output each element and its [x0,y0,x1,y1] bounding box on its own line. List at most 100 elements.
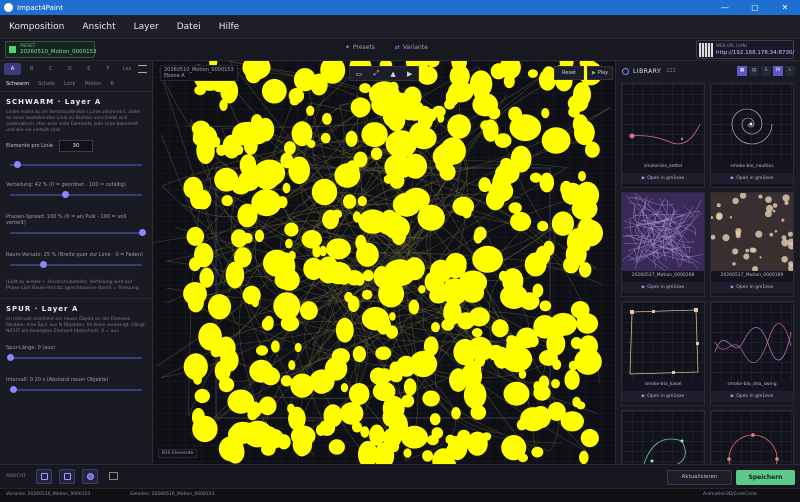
web-url-chip[interactable]: WEB-URL (LAN) http://192.168.178.34:8730… [696,40,794,59]
card-thumbnail [711,302,793,380]
toolbar: PRESET 20260510_Motion_0000153 ✦ Presets … [0,39,800,61]
menu-layer[interactable]: Layer [125,22,168,32]
card-thumbnail [711,193,793,271]
schwarm-note: (Lädt zu wieder • ·Hochschubsteller: Ver… [6,280,139,291]
open-button[interactable]: ▶ Open in gm1exe [622,282,704,293]
open-button[interactable]: ▶ Open in gm1exe [711,391,793,402]
status-geladen: Geladen: 20260516_Motion_0000153 [130,492,215,497]
open-button[interactable]: ▶ Open in gm1exe [711,173,793,184]
play-small-icon: ▶ [730,394,735,399]
library-card[interactable] [621,410,705,464]
preset-chip[interactable]: PRESET 20260510_Motion_0000153 [5,41,97,58]
url-label: WEB-URL (LAN) [716,43,748,48]
intervall-slider[interactable] [9,383,142,397]
play-small-icon: ▶ [641,394,646,399]
list-view-button[interactable]: ▤ [749,66,759,76]
open-button[interactable]: ▶ Open in gm1exe [711,282,793,293]
phasen-slider[interactable] [10,226,146,240]
monitor-icon[interactable]: ▭ [356,70,363,78]
preset-label: PRESET [20,43,36,48]
menu-hilfe[interactable]: Hilfe [210,22,248,32]
library-card[interactable]: smoke-bio_kettel ▶ Open in gm1exe [621,83,705,188]
spur-description: Im Intervall erscheint ein neues Objekt … [6,317,145,334]
subtab-b[interactable]: B [110,81,113,87]
open-button[interactable]: ▶ Open in gm1exe [622,391,704,402]
play-small-icon: ▶ [641,176,646,181]
refresh-button[interactable]: Aktualisieren [667,470,732,485]
raum-label: Raum-Versatz: 25 % (Breite quer zur Lini… [6,252,143,258]
subtab-schale[interactable]: Schale [38,81,55,87]
layer-tab-a[interactable]: A [4,63,22,75]
canvas-toolbar: ▭ ⤢ ▲ ▶ [349,66,419,81]
fit-icon[interactable]: ⤢ [373,69,379,78]
card-thumbnail [622,84,704,162]
library-card[interactable]: 20260517_Motion_0000168 ▶ Open in gm1exe [621,192,705,297]
grid-view-button[interactable]: ▦ [737,66,747,76]
layer-tab-c[interactable]: C [42,63,59,75]
play-button[interactable]: ▶ Play [587,66,613,80]
size-l-button[interactable]: L [785,66,795,76]
card-name: smoke-bio_kettel [643,164,683,169]
library-card[interactable]: 20260517_Motion_0000189 ▶ Open in gm1exe [710,192,794,297]
library-header: LIBRARY 222 ▦ ▤ S M L [616,61,800,81]
subtab-motion[interactable]: Motion [84,81,101,87]
menu-bar: Komposition Ansicht Layer Datei Hilfe [0,15,800,39]
view-button-3[interactable] [82,469,98,484]
preset-value: 20260510_Motion_0000153 [20,49,97,55]
layer-tab-lex[interactable]: Lex [118,63,135,75]
elements-slider[interactable] [10,158,142,172]
element-count: 810 Elemente [158,449,198,458]
canvas-layer-name: Ebene A [164,73,185,79]
library-card[interactable]: smoke-bio_kasel ▶ Open in gm1exe [621,301,705,406]
raum-slider[interactable] [10,258,142,272]
square-view-icon [41,473,48,480]
view-button-2[interactable] [59,469,75,484]
layer-tab-d[interactable]: D [61,63,78,75]
hamburger-menu-icon[interactable] [137,65,148,73]
status-bar: Variante: 20260516_Motion_0000153 Gelade… [0,488,800,502]
view-label: ANSICHT [6,474,26,479]
verteilung-slider[interactable] [10,188,142,202]
layer-tab-e[interactable]: E [80,63,97,75]
presets-button[interactable]: ✦ Presets [345,44,375,51]
library-count: 222 [666,68,676,74]
reset-button[interactable]: Reset [554,66,584,80]
bottom-bar: ANSICHT Aktualisieren Speichern [0,464,800,488]
card-thumbnail [711,84,793,162]
image-icon[interactable] [109,472,118,480]
size-m-button[interactable]: M [773,66,783,76]
library-panel: LIBRARY 222 ▦ ▤ S M L smoke-bio_kettel ▶… [615,61,800,464]
menu-komposition[interactable]: Komposition [0,22,73,32]
card-thumbnail [622,411,704,464]
subtab-look[interactable]: Look [64,81,76,87]
card-thumbnail [711,411,793,464]
library-card[interactable]: smoke-bio_dna_swing ▶ Open in gm1exe [710,301,794,406]
phasen-label: Phasen-Spread: 100 % (0 = als Pulk · 100… [6,214,127,226]
play-small-icon: ▶ [730,176,735,181]
spur-length-slider[interactable] [7,351,142,365]
library-card[interactable]: smoke-bio_nautilus ▶ Open in gm1exe [710,83,794,188]
preview-canvas[interactable]: 20260510_Motion_0000153 Ebene A ▭ ⤢ ▲ ▶ … [153,61,615,464]
layer-tab-f[interactable]: F [99,63,116,75]
save-button[interactable]: Speichern [736,470,795,485]
play-small-icon: ▶ [730,285,735,290]
close-button[interactable]: ✕ [770,0,800,15]
layer-tab-b[interactable]: B [23,63,40,75]
maximize-button[interactable]: ▢ [740,0,770,15]
intervall-label: Intervall: 0.20 s (Abstand neuer Objekte… [6,377,109,383]
library-card[interactable] [710,410,794,464]
layers-icon[interactable]: ▲ [390,70,395,78]
card-thumbnail [622,193,704,271]
size-s-button[interactable]: S [761,66,771,76]
elements-input[interactable]: 30 [58,140,93,152]
open-button[interactable]: ▶ Open in gm1exe [622,173,704,184]
variante-button[interactable]: ⇄ Variante [395,44,428,51]
subtab-schwarm[interactable]: Schwarm [6,81,29,87]
menu-ansicht[interactable]: Ansicht [73,22,124,32]
card-name: 20260517_Motion_0000189 [720,273,784,278]
view-button-1[interactable] [36,469,52,484]
left-panel: A B C D E F Lex Schwarm Schale Look Moti… [0,61,153,464]
play-icon[interactable]: ▶ [407,70,412,78]
menu-datei[interactable]: Datei [168,22,210,32]
minimize-button[interactable]: — [710,0,740,15]
